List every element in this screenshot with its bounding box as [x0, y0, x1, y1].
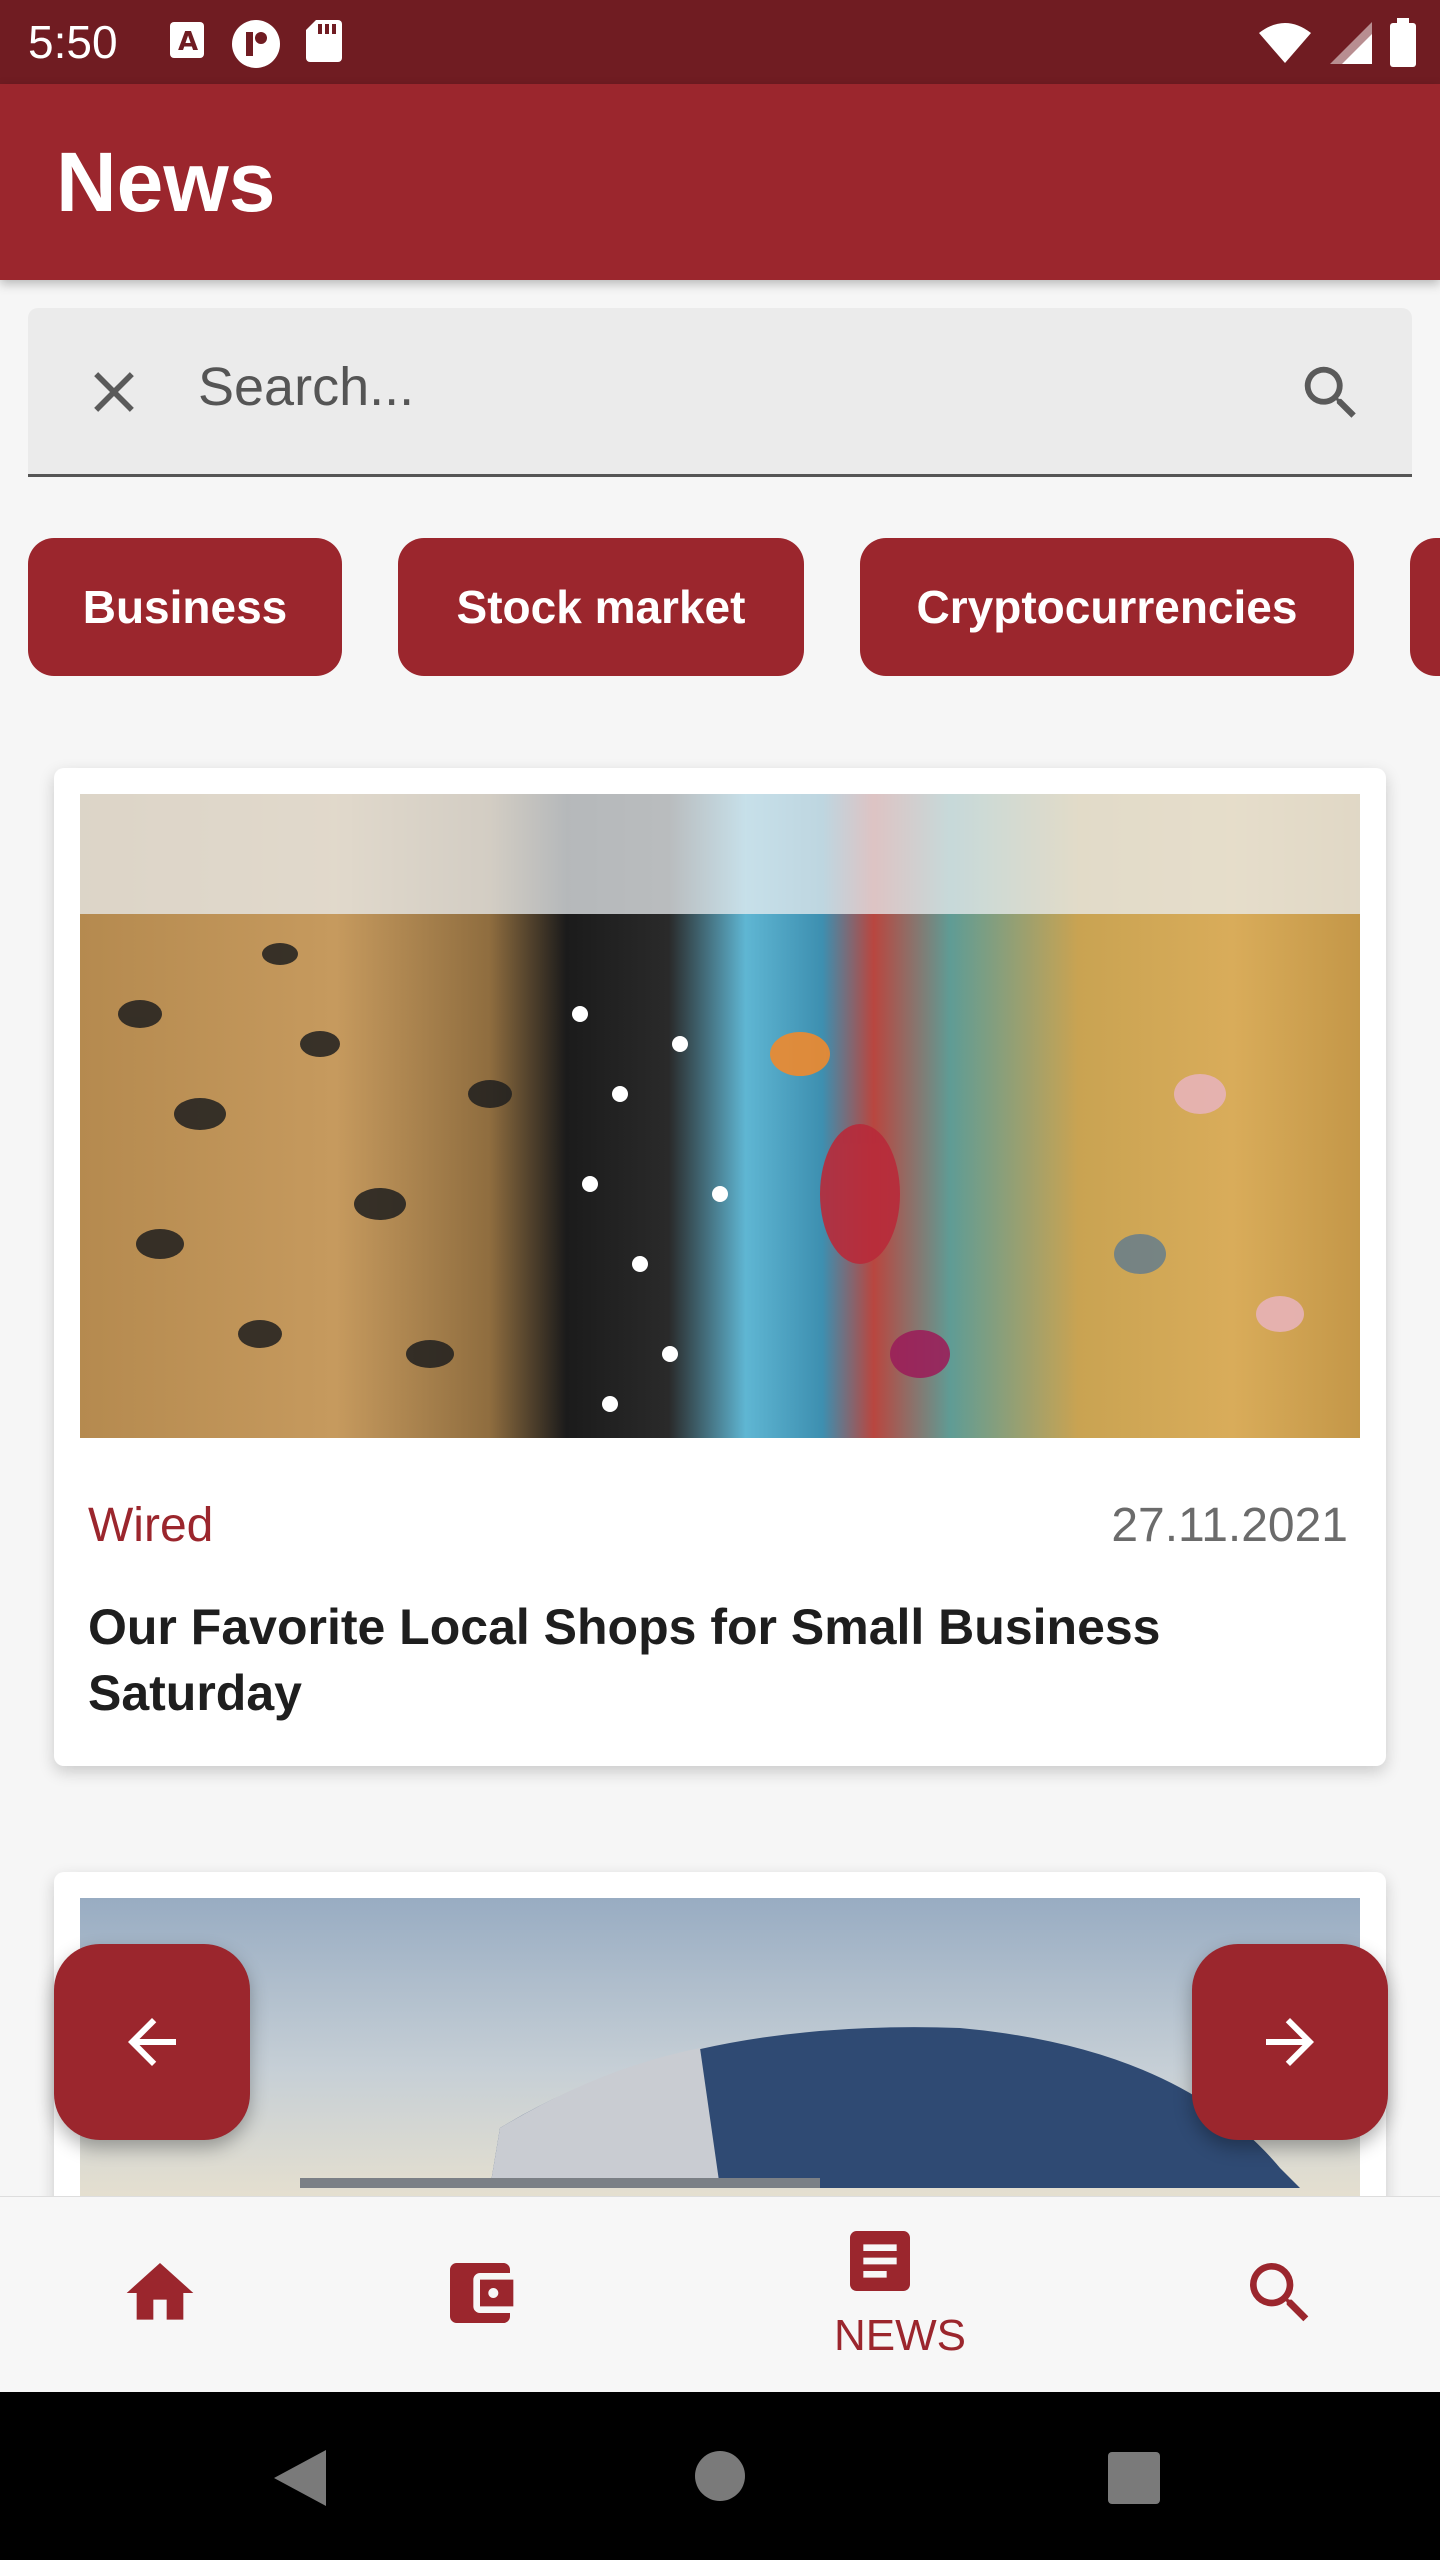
wallet-icon: [450, 2263, 514, 2323]
article-source: Wired: [88, 1499, 214, 1552]
previous-button[interactable]: [54, 1944, 250, 2140]
chip-cryptocurrencies[interactable]: Cryptocurrencies: [860, 538, 1354, 676]
article-date: 27.11.2021: [1111, 1499, 1348, 1552]
wifi-icon: [1259, 23, 1311, 63]
search-icon: [1250, 2263, 1309, 2322]
article-image: [80, 794, 1360, 1438]
font-notification-icon: A: [170, 22, 204, 58]
back-icon[interactable]: [270, 2446, 330, 2510]
chip-business[interactable]: Business: [28, 538, 342, 676]
next-button[interactable]: [1192, 1944, 1388, 2140]
nav-news[interactable]: NEWS: [834, 2197, 966, 2393]
category-chips: Business Stock market Cryptocurrencies: [0, 538, 1440, 678]
page-title: News: [56, 135, 276, 229]
app-notification-icon: [232, 20, 280, 68]
notification-icons: A: [168, 18, 344, 70]
sd-card-icon: [306, 20, 342, 62]
battery-icon: [1390, 18, 1416, 67]
status-bar: 5:50 A: [0, 0, 1440, 84]
search-bar: [28, 308, 1412, 477]
article-icon: [850, 2231, 910, 2291]
nav-home[interactable]: [120, 2197, 200, 2393]
home-button-icon[interactable]: [694, 2450, 746, 2502]
recents-icon[interactable]: [1108, 2452, 1160, 2504]
chip-stock-market[interactable]: Stock market: [398, 538, 804, 676]
search-input[interactable]: [196, 336, 1200, 438]
search-icon[interactable]: [1296, 358, 1366, 428]
nav-news-label: NEWS: [834, 2311, 966, 2360]
close-icon[interactable]: [80, 358, 148, 426]
system-navigation-bar: [0, 2392, 1440, 2560]
bottom-navigation: NEWS: [0, 2196, 1440, 2393]
svg-text:A: A: [178, 27, 198, 57]
home-icon: [126, 2263, 194, 2320]
nav-wallet[interactable]: [440, 2197, 520, 2393]
news-card[interactable]: Wired 27.11.2021 Our Favorite Local Shop…: [54, 768, 1386, 1766]
status-time: 5:50: [28, 16, 118, 68]
cell-signal-icon: [1330, 22, 1372, 64]
clothes-rack-image: [80, 794, 1360, 1412]
arrow-left-icon: [128, 2018, 176, 2066]
nav-search[interactable]: [1240, 2197, 1320, 2393]
article-title: Our Favorite Local Shops for Small Busin…: [88, 1599, 1161, 1721]
app-bar: News: [0, 84, 1440, 280]
arrow-right-icon: [1266, 2018, 1314, 2066]
chip-more[interactable]: [1410, 538, 1440, 676]
system-icons: [1258, 18, 1418, 68]
